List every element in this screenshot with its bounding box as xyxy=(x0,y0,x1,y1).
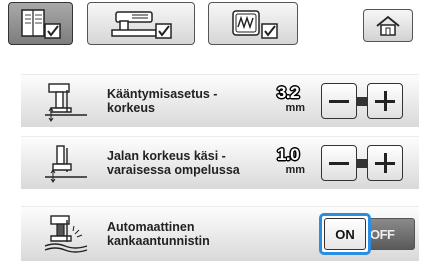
on-button[interactable]: ON xyxy=(319,213,371,255)
off-button[interactable]: OFF xyxy=(371,218,415,250)
home-button[interactable] xyxy=(363,9,413,42)
increase-button[interactable] xyxy=(367,145,403,181)
plus-icon-vertical xyxy=(383,153,387,173)
minus-icon xyxy=(329,99,349,103)
value-number: 1.0 xyxy=(276,145,300,164)
value-unit: mm xyxy=(285,164,305,176)
stepper-joiner xyxy=(357,97,367,106)
stepper-joiner xyxy=(357,159,367,168)
value-number: 3.2 xyxy=(276,83,300,102)
plus-icon-vertical xyxy=(383,91,387,111)
settings-row-pivot-height: Kääntymisasetus - korkeus 3.2 mm xyxy=(21,74,419,127)
embroidery-settings-icon xyxy=(232,9,278,39)
increase-button[interactable] xyxy=(367,83,403,119)
tab-settings-page[interactable] xyxy=(8,2,73,45)
setting-value: 3.2 mm xyxy=(271,84,305,114)
settings-row-presser-foot-height: Jalan korkeus käsi - varaisessa ompeluss… xyxy=(21,136,419,189)
on-label: ON xyxy=(324,218,366,250)
automatic-fabric-sensor-icon xyxy=(43,214,89,254)
presser-foot-height-icon xyxy=(43,144,89,184)
settings-row-fabric-sensor: Automaattinen kankaantunnistin ON OFF xyxy=(21,206,419,261)
minus-icon xyxy=(329,161,349,165)
sewing-machine-settings-icon xyxy=(111,10,172,39)
decrease-button[interactable] xyxy=(321,145,357,181)
decrease-button[interactable] xyxy=(321,83,357,119)
home-icon xyxy=(376,15,400,36)
setting-label: Automaattinen kankaantunnistin xyxy=(107,220,210,248)
off-label: OFF xyxy=(371,226,395,242)
setting-value: 1.0 mm xyxy=(271,146,305,176)
tab-embroidery-settings[interactable] xyxy=(208,2,298,45)
presser-foot-pivot-height-icon xyxy=(43,82,89,122)
setting-label: Jalan korkeus käsi - varaisessa ompeluss… xyxy=(107,149,240,177)
setting-label: Kääntymisasetus - korkeus xyxy=(107,87,218,115)
tab-sewing-settings[interactable] xyxy=(87,2,195,45)
settings-page-icon xyxy=(20,8,61,39)
value-unit: mm xyxy=(285,102,305,114)
